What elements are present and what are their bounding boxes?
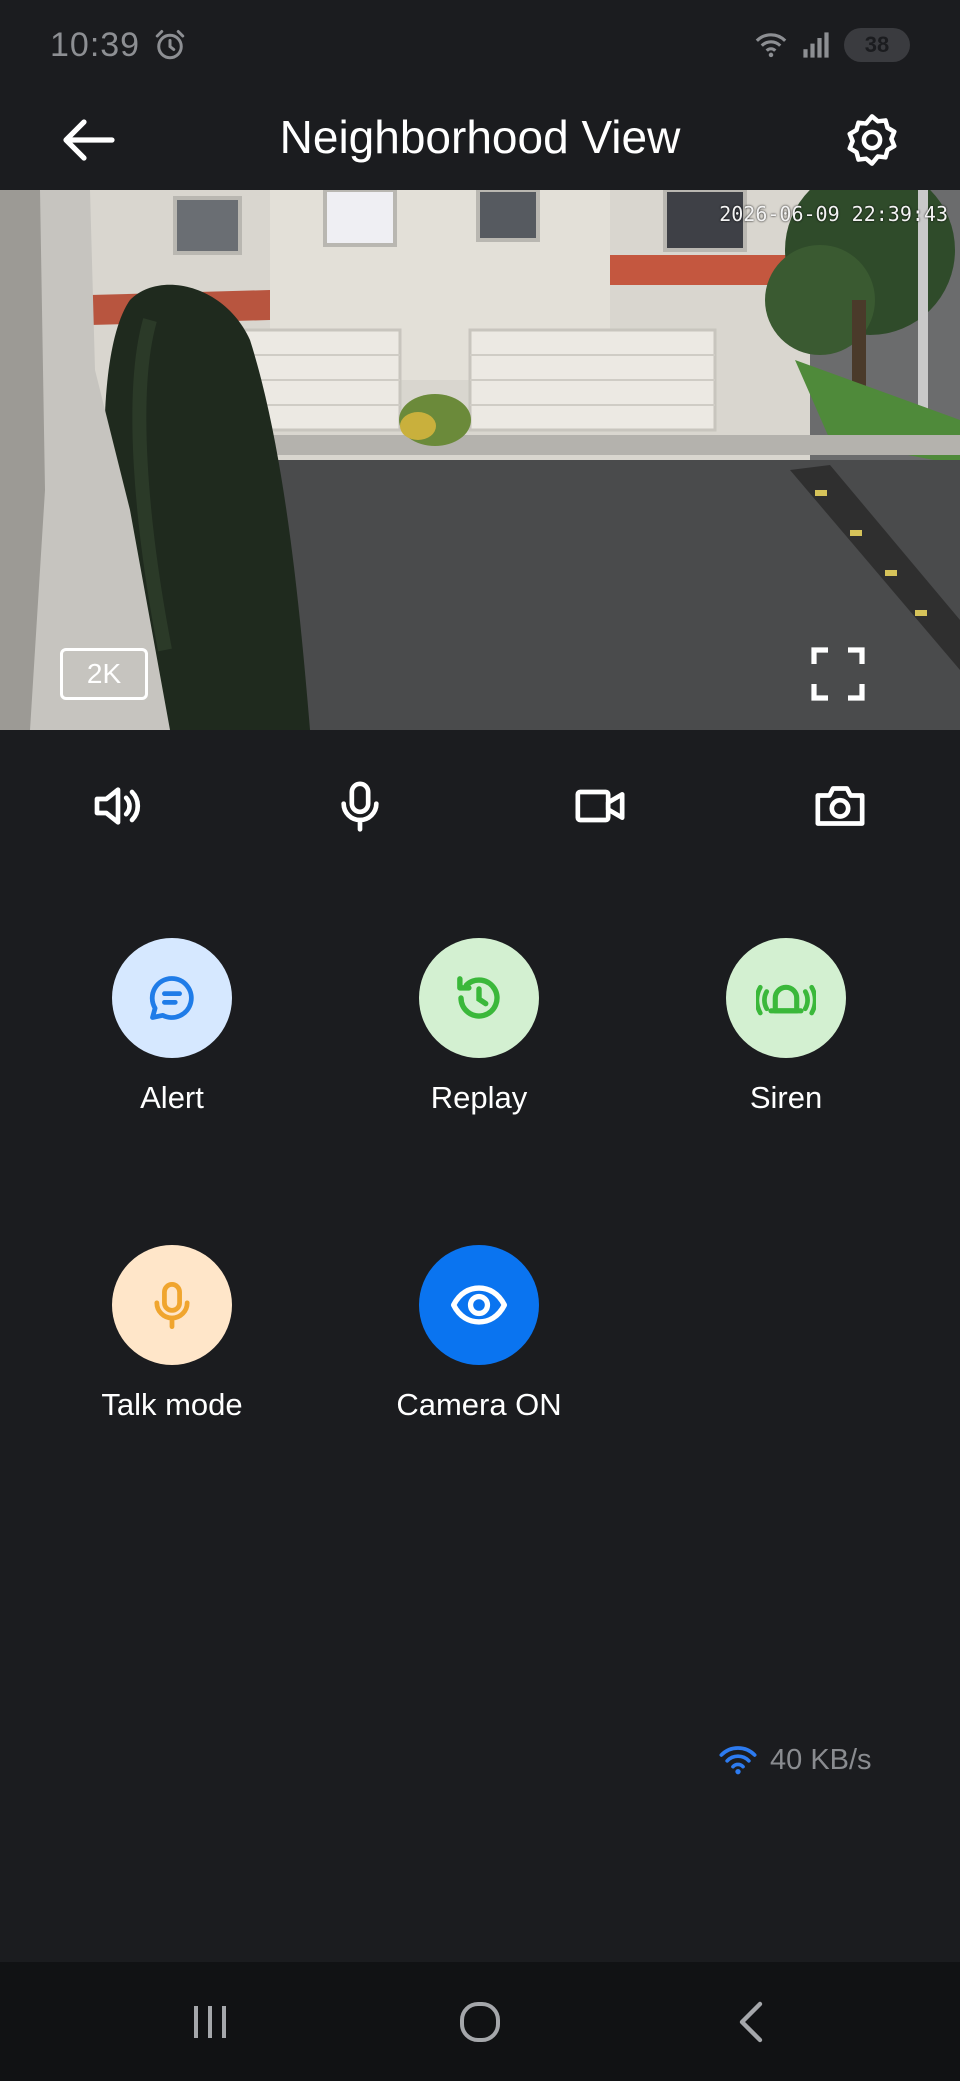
media-controls — [0, 760, 960, 850]
wifi-icon — [755, 33, 787, 58]
speaker-icon — [94, 787, 141, 825]
system-navbar — [0, 1962, 960, 2081]
message-icon — [149, 976, 194, 1020]
settings-button[interactable] — [840, 108, 904, 172]
snapshot-camera-icon — [815, 786, 865, 826]
speaker-button[interactable] — [82, 770, 154, 842]
gear-icon — [847, 114, 897, 166]
live-video-feed[interactable]: 2026-06-09 22:39:43 2K — [0, 190, 960, 730]
recent-apps-icon — [194, 2006, 226, 2038]
status-bar: 10:39 38 — [0, 0, 960, 90]
replay-button[interactable] — [419, 938, 539, 1058]
network-speed: 40 KB/s — [718, 1730, 872, 1790]
camera-on-action[interactable]: Camera ON — [369, 1245, 589, 1423]
microphone-icon — [341, 781, 379, 832]
alert-button[interactable] — [112, 938, 232, 1058]
battery-icon: 38 — [844, 28, 910, 62]
system-back-button[interactable] — [715, 1992, 785, 2052]
signal-icon — [803, 32, 829, 58]
status-time: 10:39 — [50, 25, 141, 64]
network-speed-value: 40 KB/s — [770, 1743, 872, 1776]
home-button[interactable] — [445, 1992, 515, 2052]
microphone-icon — [154, 1282, 190, 1330]
siren-action[interactable]: Siren — [676, 938, 896, 1116]
talk-mode-action[interactable]: Talk mode — [62, 1245, 282, 1423]
siren-label: Siren — [749, 1080, 823, 1115]
resolution-button[interactable]: 2K — [60, 648, 148, 700]
fullscreen-icon[interactable] — [810, 646, 866, 702]
replay-label: Replay — [430, 1080, 528, 1115]
header: Neighborhood View — [0, 90, 960, 190]
back-icon — [739, 2001, 763, 2043]
home-icon — [460, 2002, 500, 2042]
wifi-icon — [719, 1746, 757, 1775]
record-video-button[interactable] — [564, 770, 636, 842]
talk-mode-button[interactable] — [112, 1245, 232, 1365]
alert-action[interactable]: Alert — [62, 938, 282, 1116]
record-video-icon — [575, 789, 625, 823]
camera-on-button[interactable] — [419, 1245, 539, 1365]
siren-button[interactable] — [726, 938, 846, 1058]
talk-mode-label: Talk mode — [101, 1387, 243, 1422]
page-title: Neighborhood View — [279, 111, 681, 163]
recent-apps-button[interactable] — [175, 1992, 245, 2052]
alarm-icon — [155, 30, 185, 60]
microphone-button[interactable] — [324, 770, 396, 842]
snapshot-button[interactable] — [804, 770, 876, 842]
status-icons: 38 — [754, 28, 910, 62]
siren-icon — [756, 984, 816, 1016]
camera-on-label: Camera ON — [396, 1387, 562, 1422]
history-icon — [457, 976, 500, 1019]
eye-icon — [450, 1285, 508, 1325]
replay-action[interactable]: Replay — [369, 938, 589, 1116]
video-timestamp: 2026-06-09 22:39:43 — [719, 202, 948, 226]
alert-label: Alert — [140, 1080, 204, 1115]
